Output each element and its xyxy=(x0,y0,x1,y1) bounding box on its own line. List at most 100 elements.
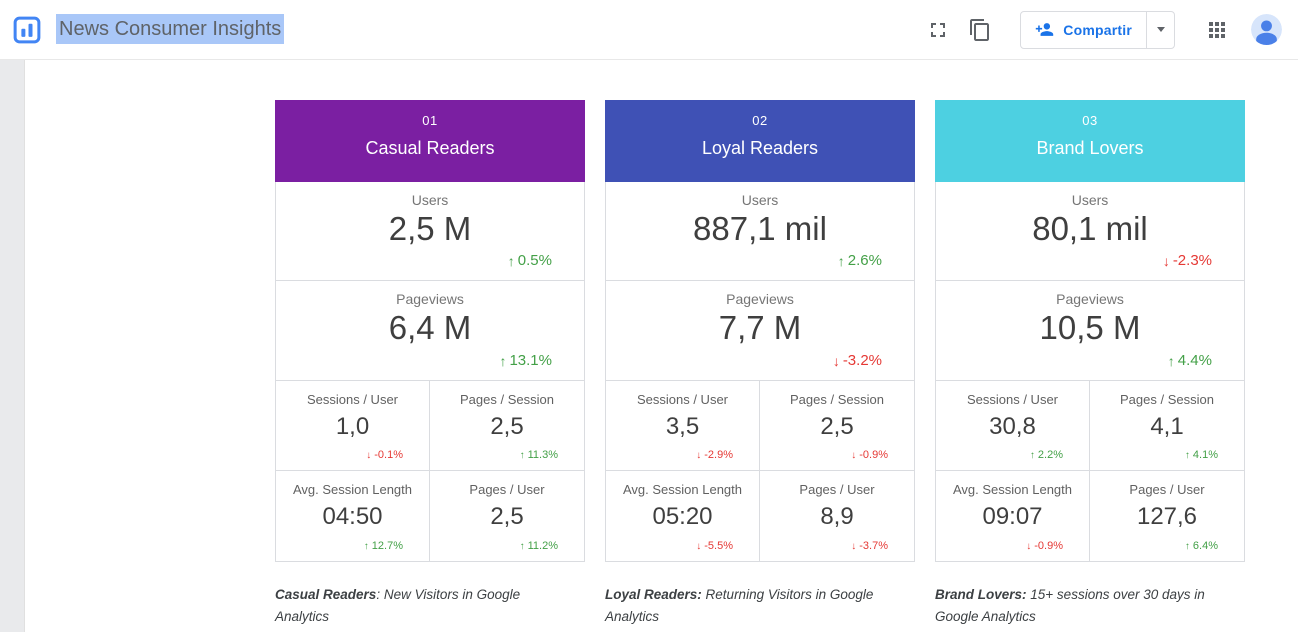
change-value: -2.3% xyxy=(1173,252,1212,269)
trend-arrow-icon: ↓ xyxy=(1163,253,1170,269)
datastudio-logo-icon xyxy=(12,15,42,45)
card-number: 01 xyxy=(275,113,585,128)
metric-value: 2,5 xyxy=(430,413,584,441)
metric-value: 6,4 M xyxy=(276,309,584,347)
change-indicator: ↑0.5% xyxy=(508,252,552,269)
segment-term: Brand Lovers: xyxy=(935,587,1027,602)
change-indicator: ↑11.2% xyxy=(520,540,558,552)
pages-per-user-scorecard: Pages / User 8,9 ↓-3.7% xyxy=(760,471,914,561)
copy-report-button[interactable] xyxy=(968,18,992,42)
trend-arrow-icon: ↑ xyxy=(364,541,369,552)
card-header: 01 Casual Readers xyxy=(275,100,585,182)
trend-arrow-icon: ↑ xyxy=(1030,450,1035,461)
change-indicator: ↑4.1% xyxy=(1185,449,1218,461)
metric-value: 8,9 xyxy=(760,503,914,531)
trend-arrow-icon: ↑ xyxy=(508,253,515,269)
segment-card-casual-readers: 01 Casual Readers Users 2,5 M ↑0.5% Page… xyxy=(275,100,585,629)
card-number: 02 xyxy=(605,113,915,128)
pageviews-scorecard: Pageviews 10,5 M ↑4.4% xyxy=(936,281,1244,381)
metric-value: 10,5 M xyxy=(936,309,1244,347)
canvas-left-gutter xyxy=(0,60,25,632)
pageviews-scorecard: Pageviews 6,4 M ↑13.1% xyxy=(276,281,584,381)
trend-arrow-icon: ↓ xyxy=(366,450,371,461)
metric-label: Pages / Session xyxy=(430,381,584,407)
metric-value: 80,1 mil xyxy=(936,210,1244,248)
metric-label: Users xyxy=(276,182,584,208)
card-body: Users 80,1 mil ↓-2.3% Pageviews 10,5 M ↑… xyxy=(935,182,1245,562)
trend-arrow-icon: ↑ xyxy=(520,450,525,461)
metric-value: 2,5 xyxy=(430,503,584,531)
metric-value: 2,5 xyxy=(760,413,914,441)
metric-label: Sessions / User xyxy=(936,381,1089,407)
metric-label: Pages / Session xyxy=(1090,381,1244,407)
apps-grid-button[interactable] xyxy=(1205,18,1229,42)
change-indicator: ↑2.2% xyxy=(1030,449,1063,461)
card-body: Users 2,5 M ↑0.5% Pageviews 6,4 M ↑13.1%… xyxy=(275,182,585,562)
trend-arrow-icon: ↑ xyxy=(499,353,506,369)
metric-value: 04:50 xyxy=(276,503,429,531)
change-value: 12.7% xyxy=(372,540,403,552)
trend-arrow-icon: ↓ xyxy=(851,541,856,552)
avg-session-length-scorecard: Avg. Session Length 09:07 ↓-0.9% xyxy=(936,471,1090,561)
segment-definition: Casual Readers: New Visitors in Google A… xyxy=(275,584,575,629)
change-value: 13.1% xyxy=(509,352,552,369)
metric-label: Pages / Session xyxy=(760,381,914,407)
segment-definition: Brand Lovers: 15+ sessions over 30 days … xyxy=(935,584,1235,629)
report-title: News Consumer Insights xyxy=(56,18,284,41)
metric-value: 7,7 M xyxy=(606,309,914,347)
metric-grid: Sessions / User 1,0 ↓-0.1% Pages / Sessi… xyxy=(276,381,584,561)
change-indicator: ↓-2.9% xyxy=(696,449,733,461)
avg-session-length-scorecard: Avg. Session Length 05:20 ↓-5.5% xyxy=(606,471,760,561)
segment-term: Casual Readers xyxy=(275,587,376,602)
card-title: Brand Lovers xyxy=(935,138,1245,159)
change-indicator: ↓-3.7% xyxy=(851,540,888,552)
pages-per-session-scorecard: Pages / Session 2,5 ↓-0.9% xyxy=(760,381,914,471)
caret-down-icon xyxy=(1157,27,1165,32)
change-value: -0.9% xyxy=(1034,540,1063,552)
metric-label: Pages / User xyxy=(760,471,914,497)
segment-card-brand-lovers: 03 Brand Lovers Users 80,1 mil ↓-2.3% Pa… xyxy=(935,100,1245,629)
change-indicator: ↓-0.1% xyxy=(366,449,403,461)
change-value: -0.9% xyxy=(859,449,888,461)
card-header: 03 Brand Lovers xyxy=(935,100,1245,182)
metric-label: Avg. Session Length xyxy=(276,471,429,497)
users-scorecard: Users 887,1 mil ↑2.6% xyxy=(606,182,914,281)
change-value: -5.5% xyxy=(704,540,733,552)
metric-value: 127,6 xyxy=(1090,503,1244,531)
metric-value: 30,8 xyxy=(936,413,1089,441)
change-indicator: ↓-5.5% xyxy=(696,540,733,552)
metric-label: Pageviews xyxy=(606,281,914,307)
report-title-text: News Consumer Insights xyxy=(56,14,284,44)
change-indicator: ↓-0.9% xyxy=(1026,540,1063,552)
change-indicator: ↑12.7% xyxy=(364,540,403,552)
trend-arrow-icon: ↓ xyxy=(696,450,701,461)
users-scorecard: Users 80,1 mil ↓-2.3% xyxy=(936,182,1244,281)
share-dropdown-button[interactable] xyxy=(1147,12,1174,48)
trend-arrow-icon: ↓ xyxy=(833,353,840,369)
card-number: 03 xyxy=(935,113,1245,128)
metric-grid: Sessions / User 3,5 ↓-2.9% Pages / Sessi… xyxy=(606,381,914,561)
card-title: Casual Readers xyxy=(275,138,585,159)
pageviews-scorecard: Pageviews 7,7 M ↓-3.2% xyxy=(606,281,914,381)
pages-per-session-scorecard: Pages / Session 2,5 ↑11.3% xyxy=(430,381,584,471)
metric-label: Pageviews xyxy=(276,281,584,307)
sessions-per-user-scorecard: Sessions / User 30,8 ↑2.2% xyxy=(936,381,1090,471)
person-add-icon xyxy=(1035,20,1054,39)
metric-value: 887,1 mil xyxy=(606,210,914,248)
change-value: 0.5% xyxy=(518,252,552,269)
change-value: -0.1% xyxy=(374,449,403,461)
trend-arrow-icon: ↓ xyxy=(696,541,701,552)
user-avatar[interactable] xyxy=(1251,14,1282,45)
metric-value: 3,5 xyxy=(606,413,759,441)
change-indicator: ↑4.4% xyxy=(1168,352,1212,369)
pages-per-user-scorecard: Pages / User 127,6 ↑6.4% xyxy=(1090,471,1244,561)
metric-label: Pages / User xyxy=(1090,471,1244,497)
pages-per-user-scorecard: Pages / User 2,5 ↑11.2% xyxy=(430,471,584,561)
share-button[interactable]: Compartir xyxy=(1021,12,1146,48)
trend-arrow-icon: ↑ xyxy=(1185,541,1190,552)
change-value: 6.4% xyxy=(1193,540,1218,552)
change-indicator: ↑13.1% xyxy=(499,352,552,369)
sessions-per-user-scorecard: Sessions / User 1,0 ↓-0.1% xyxy=(276,381,430,471)
metric-value: 1,0 xyxy=(276,413,429,441)
fullscreen-button[interactable] xyxy=(926,18,950,42)
